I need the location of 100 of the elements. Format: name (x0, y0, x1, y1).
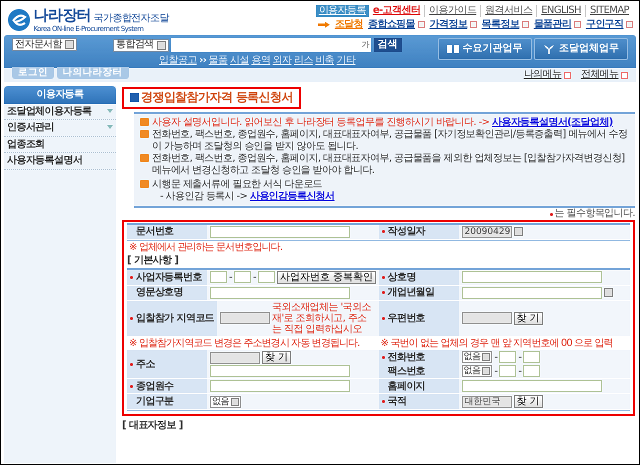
menu-link[interactable]: 나의메뉴 (524, 69, 562, 81)
dash-separator: - (229, 272, 232, 284)
notice-text: 사용자 설명서입니다. 읽어보신 후 나라장터 등록업무를 진행하시기 바랍니다. -> 사용자등록설명서(조달업체) (152, 116, 613, 128)
notice-text: 시행문 제출서류에 필요한 서식 다운로드 (152, 179, 324, 191)
required-dot-icon (130, 276, 133, 279)
search-field[interactable]: 가 (171, 38, 372, 52)
required-dot-icon (382, 276, 384, 279)
nav-menu-item[interactable]: 물품관리 (534, 19, 572, 30)
top-link[interactable]: 이용가이드 (424, 5, 480, 16)
sidebar-item[interactable]: 사용자등록설명서 (4, 153, 116, 170)
search-scope-select[interactable]: 통합검색 (112, 38, 169, 52)
notice-text: 전화번호, 팩스번호, 종업원수, 홈페이지, 대표대표자여부, 공급물품을 제외한 업체정보는 [입찰참가자격변경신청] 메뉴에서 변경신청하고 조달청 승인을 받아야 합니다. (152, 153, 626, 176)
notice-text: - 사용인감 등록시 -> 사용인감등록신청서 (159, 190, 335, 202)
top-link[interactable]: 원격서비스 (480, 5, 536, 16)
field-label-cell: 전화번호 (378, 350, 458, 364)
dash-separator: - (253, 272, 256, 284)
sidebar-item[interactable]: 업종조회 (4, 136, 116, 153)
dash-separator: - (518, 366, 522, 378)
sprout-icon (543, 44, 555, 54)
field-label-cell: 개업년월일 (378, 286, 458, 300)
sidebar-item[interactable]: 조달업체이용자등록 (4, 104, 116, 120)
nav-menu-item[interactable]: 구인구직 (586, 19, 624, 30)
page-title: 경쟁입찰참가자격 등록신청서 (141, 91, 293, 105)
search-button[interactable]: 검색 (374, 38, 402, 52)
top-link[interactable]: ENGLISH (536, 5, 585, 16)
required-dot-icon (382, 400, 384, 404)
form-button[interactable]: 찾 기 (514, 395, 543, 408)
select-field[interactable]: 없음 (210, 396, 241, 408)
field-label-cell: 주소 (127, 350, 207, 378)
required-dot-icon (130, 362, 133, 366)
input-field[interactable] (462, 286, 602, 299)
doc-link[interactable]: 사용자등록설명서(조달업체) (492, 116, 613, 128)
top-link[interactable]: e-고객센터 (368, 5, 424, 16)
logo-title: 나라장터 (34, 7, 92, 25)
input-field[interactable] (210, 286, 350, 299)
required-dot-icon (382, 230, 384, 234)
field-label-cell: 작성일자 (378, 224, 458, 239)
business-button[interactable]: 수요기관업무 (438, 38, 532, 60)
required-dot-icon (130, 384, 133, 388)
logo-subtitle: 국가종합전자조달 (94, 13, 169, 25)
nav-menu-item[interactable]: 가격정보 (430, 19, 468, 30)
input-field[interactable] (499, 351, 516, 364)
input-field: 대한민국 (462, 396, 512, 408)
nav-menu-item[interactable]: 종합쇼핑몰 (368, 19, 416, 30)
input-field[interactable] (258, 271, 276, 284)
menu-link[interactable]: 전체메뉴 (580, 69, 618, 81)
note-text: ※ 입찰참가지역코드 변경은 주소변경시 자동 변경됩니다. (128, 336, 360, 350)
field-label-cell: 상호명 (378, 270, 458, 285)
field-label-cell: 팩스번호 (378, 364, 458, 378)
input-field[interactable] (462, 271, 602, 284)
notice-text: 전화번호, 팩스번호, 종업원수, 홈페이지, 대표대표자여부, 공급물품 [자기정보확인관리/등록증출력] 메뉴에서 수정이 가능하며 조달청의 승인을 받지 않아도 됩니다. (152, 129, 628, 152)
separator-text: ›› (199, 54, 206, 66)
dash-separator: - (518, 352, 522, 364)
top-link[interactable]: SITEMAP (584, 5, 633, 16)
select-field[interactable]: 없음 (462, 365, 492, 378)
sidebar-item[interactable]: 인증서관리 (4, 120, 116, 136)
required-dot-icon (382, 291, 384, 294)
required-dot-icon (382, 316, 384, 320)
book-icon (446, 44, 458, 54)
title-icon (130, 93, 139, 102)
logo-icon (7, 8, 31, 32)
section-heading: [ 대표자정보 ] (122, 418, 184, 432)
nav-menu-item[interactable]: 목록정보 (482, 19, 520, 30)
required-dot-icon (130, 316, 133, 320)
input-field[interactable] (523, 365, 540, 378)
input-field[interactable] (210, 271, 227, 284)
form-button[interactable]: 찾 기 (514, 312, 543, 325)
form-button[interactable]: 사업자번호 중복확인 (277, 270, 376, 284)
business-button[interactable]: 조달업체업무 (534, 38, 628, 60)
select-field[interactable]: 없음 (462, 351, 492, 364)
input-field: 20090429 (462, 226, 512, 238)
input-field[interactable] (462, 380, 602, 392)
section-heading: [ 기본사항 ] (127, 254, 180, 268)
note-text: ※ 업체에서 관리하는 문서번호입니다. (128, 240, 284, 254)
dash-separator: - (494, 352, 498, 364)
field-label-cell: 우편번호 (378, 300, 458, 336)
input-field[interactable] (210, 365, 350, 378)
required-note: 는 필수항목입니다. (554, 208, 635, 220)
field-label-cell: 국적 (378, 394, 458, 410)
input-field[interactable] (234, 271, 252, 284)
sidebar-title: 이용자등록 (4, 86, 116, 104)
field-label-cell: 기업구분 (127, 394, 207, 410)
form-button[interactable]: 찾 기 (262, 351, 292, 364)
hint-text: 국외소재업체는 '국외소재'로 조회하시고, 주소는 직접 입력하십시오 (272, 302, 372, 335)
note-text: ※ 국번이 없는 업체의 경우 맨 앞 지역번호에 00 으로 입력 (380, 336, 614, 350)
field-label-cell: 종업원수 (127, 379, 207, 394)
document-select[interactable]: 전자문서함 (12, 38, 78, 51)
input-field[interactable] (210, 380, 350, 392)
doc-link[interactable]: 사용인감등록신청서 (250, 190, 335, 202)
field-label-cell: 문서번호 (127, 224, 207, 239)
top-link[interactable]: 이용자등록 (316, 5, 369, 16)
input-field[interactable] (499, 365, 516, 378)
field-label-cell: 영문상호명 (127, 286, 207, 300)
input-field[interactable] (210, 226, 350, 238)
field-label-cell: 입찰참가 지역코드 (127, 300, 218, 336)
field-label-cell: 사업자등록번호 (127, 270, 207, 285)
input-field[interactable] (523, 351, 540, 364)
required-dot-icon (550, 212, 553, 216)
dash-separator: - (494, 366, 498, 378)
required-dot-icon (382, 356, 384, 359)
